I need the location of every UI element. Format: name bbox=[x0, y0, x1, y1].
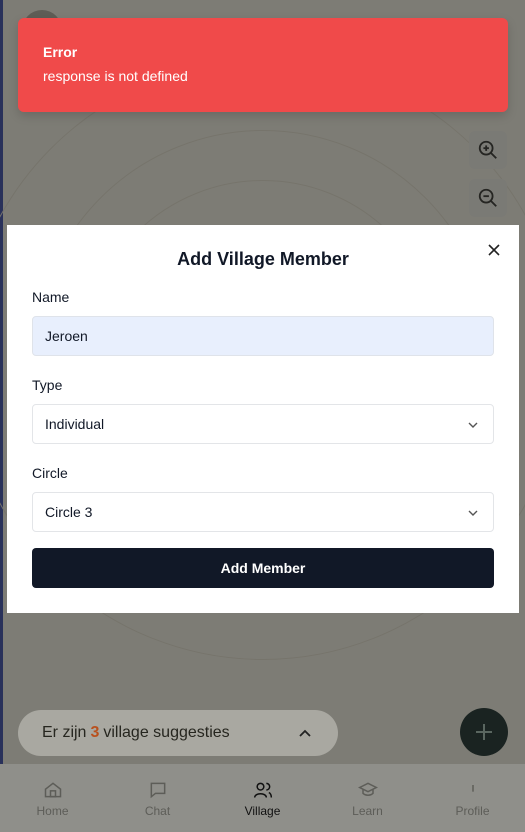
name-input[interactable]: Jeroen bbox=[32, 316, 494, 356]
nav-item-label: Home bbox=[36, 804, 69, 818]
chevron-down-icon bbox=[468, 510, 478, 516]
error-toast: Error response is not defined bbox=[18, 18, 508, 112]
village-suggestions-toggle[interactable]: Er zijn 3 village suggesties bbox=[18, 710, 338, 756]
add-member-fab[interactable] bbox=[460, 708, 508, 756]
nav-item-home[interactable]: Home bbox=[0, 764, 105, 832]
type-select[interactable]: Individual bbox=[32, 404, 494, 444]
nav-item-chat[interactable]: Chat bbox=[105, 764, 210, 832]
chevron-down-icon bbox=[468, 422, 478, 428]
suggestions-count: 3 bbox=[90, 724, 100, 741]
home-icon bbox=[44, 782, 61, 798]
nav-item-profile[interactable]: Profile bbox=[420, 764, 525, 832]
nav-item-label: Profile bbox=[455, 804, 490, 818]
nav-item-label: Learn bbox=[352, 804, 383, 818]
add-member-dialog: Add Village Member Name Jeroen Type Indi… bbox=[7, 225, 519, 613]
name-label: Name bbox=[32, 289, 70, 305]
nav-item-learn[interactable]: Learn bbox=[315, 764, 420, 832]
chevron-up-icon bbox=[299, 729, 311, 737]
bottom-nav: Home Chat Village Learn Profile bbox=[0, 764, 525, 832]
toast-title: Error bbox=[43, 44, 78, 60]
suggestions-suffix: village suggesties bbox=[103, 724, 230, 741]
users-icon bbox=[253, 782, 272, 798]
graduation-cap-icon bbox=[357, 782, 378, 796]
circle-select[interactable]: Circle 3 bbox=[32, 492, 494, 532]
plus-icon bbox=[476, 724, 492, 740]
name-input-value: Jeroen bbox=[45, 328, 88, 344]
type-select-value: Individual bbox=[45, 416, 105, 432]
circle-label: Circle bbox=[32, 465, 68, 481]
nav-item-label: Village bbox=[244, 804, 281, 818]
profile-icon bbox=[471, 785, 474, 792]
type-label: Type bbox=[32, 377, 63, 393]
suggestions-prefix: Er zijn bbox=[42, 724, 87, 741]
circle-select-value: Circle 3 bbox=[45, 504, 93, 520]
add-member-button[interactable]: Add Member bbox=[32, 548, 494, 588]
nav-item-label: Chat bbox=[144, 804, 171, 818]
chat-icon bbox=[150, 782, 165, 799]
dialog-title: Add Village Member bbox=[177, 249, 349, 269]
close-icon[interactable] bbox=[487, 243, 501, 257]
nav-item-village[interactable]: Village bbox=[210, 764, 315, 832]
toast-message: response is not defined bbox=[43, 68, 188, 84]
